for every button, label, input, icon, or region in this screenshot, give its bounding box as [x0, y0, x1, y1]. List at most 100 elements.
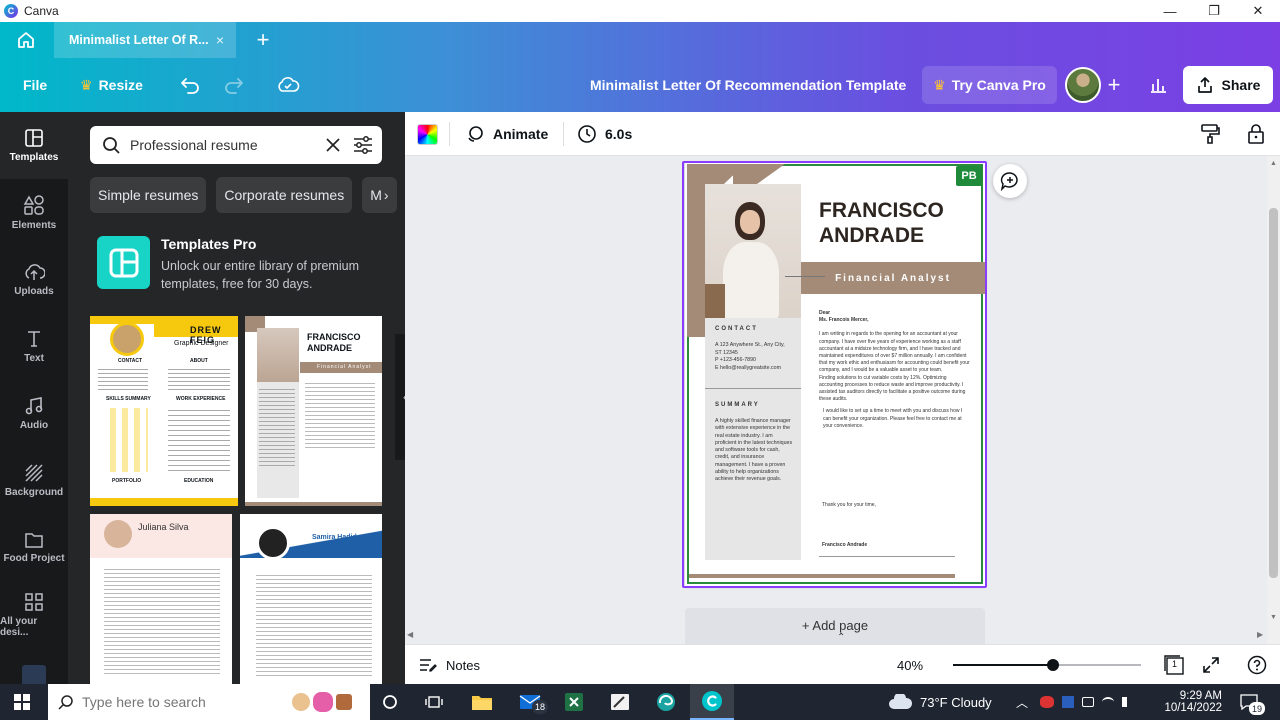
rail-item-food-project[interactable]: Food Project — [0, 514, 68, 581]
document-title[interactable]: Minimalist Letter Of Recommendation Temp… — [590, 58, 906, 112]
rail-label: Background — [4, 487, 64, 498]
paint-app[interactable] — [598, 684, 642, 720]
zoom-slider[interactable] — [953, 659, 1141, 671]
zoom-slider-fill — [953, 664, 1053, 666]
rail-item-text[interactable]: Text — [0, 313, 68, 380]
rail-label: Text — [24, 353, 44, 364]
template-thumbnail-francisco-andrade[interactable]: FRANCISCO ANDRADE Financial Analyst — [245, 316, 382, 506]
copy-style-button[interactable] — [1200, 112, 1220, 156]
templates-pro-promo[interactable]: Templates Pro Unlock our entire library … — [90, 230, 390, 296]
redo-button[interactable] — [220, 71, 248, 99]
save-status-button[interactable] — [274, 71, 302, 99]
new-tab-button[interactable]: + — [250, 26, 276, 54]
wifi-icon[interactable] — [1102, 697, 1114, 707]
word-icon[interactable] — [1062, 696, 1074, 708]
document-tab-label: Minimalist Letter Of R... — [69, 33, 209, 47]
add-people-button[interactable]: + — [1101, 71, 1127, 99]
scrollbar-thumb[interactable] — [1269, 208, 1278, 578]
window-title: Canva — [24, 4, 59, 18]
redo-icon — [225, 78, 243, 94]
template-search-box[interactable] — [90, 126, 382, 164]
template-search-input[interactable] — [130, 134, 320, 156]
rail-item-uploads[interactable]: Uploads — [0, 246, 68, 313]
camera-icon[interactable] — [1082, 697, 1094, 707]
clock[interactable]: 9:29 AM 10/14/2022 — [1164, 684, 1222, 720]
scroll-up-arrow[interactable]: ▲ — [1270, 160, 1277, 167]
undo-button[interactable] — [176, 71, 204, 99]
maximize-button[interactable]: ❐ — [1192, 0, 1236, 22]
cortana-button[interactable] — [368, 684, 412, 720]
notes-button[interactable]: Notes — [419, 645, 480, 685]
rail-item-elements[interactable]: Elements — [0, 179, 68, 246]
taskbar-search[interactable] — [48, 684, 370, 720]
rail-item-audio[interactable]: Audio — [0, 380, 68, 447]
excel-app[interactable] — [552, 684, 596, 720]
templates-pro-icon — [97, 236, 150, 289]
scroll-left-arrow[interactable]: ◀ — [407, 630, 413, 639]
chip-corporate-resumes[interactable]: Corporate resumes — [216, 177, 353, 213]
speaker-icon[interactable] — [1122, 697, 1132, 707]
edge-app[interactable] — [644, 684, 688, 720]
thumb-name: Juliana Silva — [138, 522, 189, 532]
pb-badge: PB — [956, 166, 982, 186]
weather-widget[interactable]: 73°F Cloudy — [888, 684, 992, 720]
close-tab-icon[interactable]: × — [216, 32, 224, 48]
show-hidden-icons[interactable]: ︿ — [1016, 684, 1028, 720]
zoom-slider-handle[interactable] — [1046, 659, 1059, 671]
scroll-right-arrow[interactable]: ▶ — [1257, 630, 1263, 639]
try-canva-pro-button[interactable]: ♛ Try Canva Pro — [922, 66, 1057, 104]
thumb-name: Samira Hadid — [312, 534, 357, 541]
file-explorer-app[interactable] — [460, 684, 504, 720]
help-button[interactable] — [1247, 645, 1267, 685]
animate-icon — [468, 126, 483, 142]
page-selection-outline — [682, 161, 987, 588]
rail-item-templates[interactable]: Templates — [0, 112, 68, 179]
color-picker-swatch[interactable] — [417, 124, 438, 145]
close-window-button[interactable]: ✕ — [1236, 0, 1280, 22]
template-thumbnail-juliana-silva[interactable]: Juliana Silva — [90, 514, 232, 684]
add-comment-button[interactable] — [993, 164, 1027, 198]
user-avatar[interactable] — [1065, 67, 1101, 103]
fullscreen-button[interactable] — [1202, 645, 1220, 685]
mail-app[interactable]: 18 — [508, 684, 552, 720]
suggestion-chips: Simple resumes Corporate resumes M › — [90, 177, 405, 213]
chevron-up-icon[interactable]: ⌃ — [837, 632, 845, 643]
add-page-button[interactable]: + Add page — [685, 608, 985, 644]
vertical-scrollbar[interactable]: ▲ ▼ — [1267, 156, 1280, 644]
share-button[interactable]: Share — [1183, 66, 1273, 104]
network-alert-icon[interactable] — [1040, 696, 1054, 708]
resize-button[interactable]: ♛ Resize — [80, 58, 143, 112]
duration-button[interactable]: 6.0s — [577, 112, 632, 156]
rail-item-background[interactable]: Background — [0, 447, 68, 514]
text-icon — [28, 331, 40, 347]
task-view-button[interactable] — [412, 684, 456, 720]
filter-icon[interactable] — [353, 136, 373, 154]
template-thumbnail-drew-feig[interactable]: DREW FEIG Graphic Designer CONTACT ABOUT… — [90, 316, 238, 506]
canva-app[interactable] — [690, 684, 734, 720]
thumb-section: WORK EXPERIENCE — [176, 396, 226, 402]
scroll-down-arrow[interactable]: ▼ — [1270, 614, 1277, 621]
expand-icon — [1203, 657, 1219, 673]
document-tab[interactable]: Minimalist Letter Of R... × — [54, 22, 236, 58]
clear-search-icon[interactable] — [326, 138, 340, 152]
animate-label: Animate — [493, 126, 549, 142]
animate-button[interactable]: Animate — [465, 112, 548, 156]
rail-more-app-icon[interactable] — [22, 665, 46, 684]
start-button[interactable] — [0, 684, 44, 720]
home-button[interactable] — [0, 22, 52, 58]
rail-item-all-designs[interactable]: All your desi... — [0, 581, 68, 648]
file-menu[interactable]: File — [23, 58, 47, 112]
thumb-section: EDUCATION — [184, 478, 214, 484]
cloud-icon — [889, 694, 913, 709]
template-thumbnail-samira-hadid[interactable]: Samira Hadid — [240, 514, 382, 684]
notification-center[interactable]: 19 — [1240, 684, 1265, 720]
minimize-button[interactable]: — — [1148, 0, 1192, 22]
chip-more[interactable]: M › — [362, 177, 397, 213]
zoom-level[interactable]: 40% — [897, 645, 923, 685]
taskbar-search-input[interactable] — [82, 693, 282, 711]
file-explorer-icon — [472, 696, 492, 710]
lock-button[interactable] — [1247, 112, 1265, 156]
chip-simple-resumes[interactable]: Simple resumes — [90, 177, 207, 213]
page-count-button[interactable]: 1 — [1163, 645, 1185, 685]
insights-button[interactable] — [1144, 71, 1172, 99]
